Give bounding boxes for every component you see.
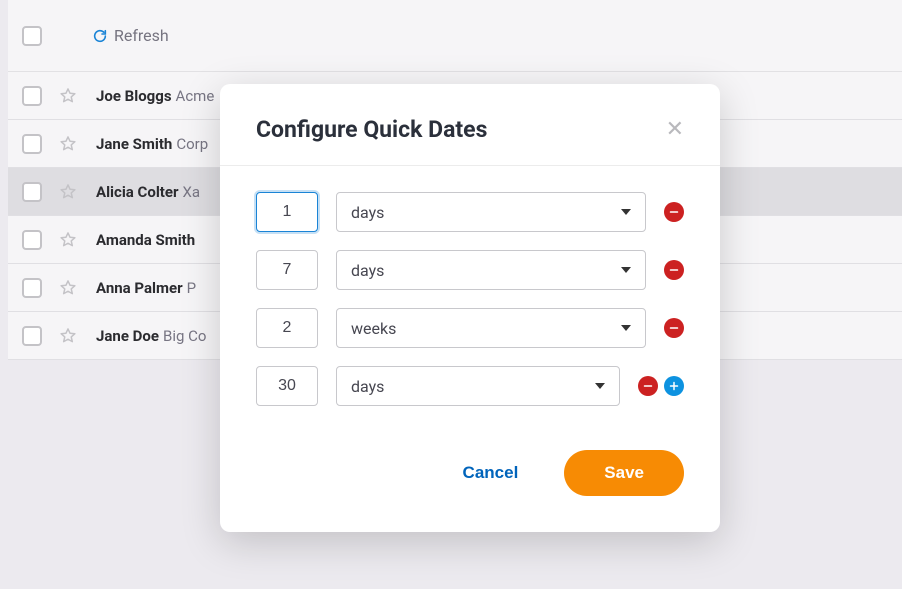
row-name: Amanda Smith: [96, 231, 195, 249]
row-subtitle: Acme: [176, 87, 215, 105]
row-name: Jane Doe: [96, 327, 159, 345]
minus-icon: [668, 264, 680, 276]
row-name: Jane Smith: [96, 135, 172, 153]
row-subtitle: Xa: [182, 183, 200, 201]
star-icon[interactable]: [58, 326, 78, 346]
interval-unit-label: weeks: [351, 319, 396, 338]
quick-date-row: weeks: [256, 308, 684, 348]
cancel-button[interactable]: Cancel: [457, 462, 525, 484]
star-icon[interactable]: [58, 86, 78, 106]
interval-unit-select[interactable]: days: [336, 192, 646, 232]
dialog-body: days days weeks days: [220, 166, 720, 430]
minus-icon: [668, 322, 680, 334]
row-name: Anna Palmer: [96, 279, 183, 297]
star-icon[interactable]: [58, 134, 78, 154]
row-checkbox[interactable]: [22, 326, 42, 346]
minus-icon: [668, 206, 680, 218]
dialog-footer: Cancel Save: [220, 430, 720, 532]
interval-unit-select[interactable]: days: [336, 366, 620, 406]
remove-row-button[interactable]: [638, 376, 658, 396]
dialog-title: Configure Quick Dates: [256, 116, 487, 143]
row-text: Amanda Smith: [96, 231, 199, 249]
plus-icon: [668, 380, 680, 392]
interval-unit-select[interactable]: days: [336, 250, 646, 290]
row-text: Anna PalmerP: [96, 279, 196, 297]
row-subtitle: P: [187, 279, 196, 297]
select-all-checkbox[interactable]: [22, 26, 42, 46]
row-text: Jane SmithCorp: [96, 135, 208, 153]
interval-value-input[interactable]: [256, 250, 318, 290]
quick-date-row: days: [256, 192, 684, 232]
row-actions: [664, 260, 684, 280]
dialog-header: Configure Quick Dates ✕: [220, 84, 720, 166]
remove-row-button[interactable]: [664, 318, 684, 338]
row-name: Alicia Colter: [96, 183, 178, 201]
quick-date-row: days: [256, 250, 684, 290]
row-checkbox[interactable]: [22, 134, 42, 154]
row-actions: [664, 318, 684, 338]
refresh-icon: [92, 28, 108, 44]
interval-value-input[interactable]: [256, 308, 318, 348]
chevron-down-icon: [621, 209, 631, 215]
close-icon[interactable]: ✕: [666, 119, 684, 141]
row-checkbox[interactable]: [22, 278, 42, 298]
interval-unit-label: days: [351, 203, 384, 222]
row-text: Jane DoeBig Co: [96, 327, 206, 345]
row-checkbox[interactable]: [22, 86, 42, 106]
chevron-down-icon: [621, 267, 631, 273]
interval-unit-select[interactable]: weeks: [336, 308, 646, 348]
add-row-button[interactable]: [664, 376, 684, 396]
row-actions: [638, 376, 684, 396]
star-icon[interactable]: [58, 278, 78, 298]
row-text: Joe BloggsAcme: [96, 87, 214, 105]
list-toolbar: Refresh: [8, 0, 902, 72]
chevron-down-icon: [595, 383, 605, 389]
refresh-label: Refresh: [114, 26, 169, 45]
remove-row-button[interactable]: [664, 260, 684, 280]
row-name: Joe Bloggs: [96, 87, 172, 105]
row-checkbox[interactable]: [22, 230, 42, 250]
row-actions: [664, 202, 684, 222]
star-icon[interactable]: [58, 230, 78, 250]
configure-quick-dates-dialog: Configure Quick Dates ✕ daysdaysweeksday…: [220, 84, 720, 532]
quick-date-row: days: [256, 366, 684, 406]
row-text: Alicia ColterXa: [96, 183, 200, 201]
interval-unit-label: days: [351, 377, 384, 396]
interval-unit-label: days: [351, 261, 384, 280]
save-button[interactable]: Save: [564, 450, 684, 496]
remove-row-button[interactable]: [664, 202, 684, 222]
row-subtitle: Corp: [176, 135, 208, 153]
refresh-button[interactable]: Refresh: [92, 26, 169, 45]
star-icon[interactable]: [58, 182, 78, 202]
interval-value-input[interactable]: [256, 366, 318, 406]
chevron-down-icon: [621, 325, 631, 331]
interval-value-input[interactable]: [256, 192, 318, 232]
row-checkbox[interactable]: [22, 182, 42, 202]
row-subtitle: Big Co: [163, 327, 206, 345]
minus-icon: [642, 380, 654, 392]
